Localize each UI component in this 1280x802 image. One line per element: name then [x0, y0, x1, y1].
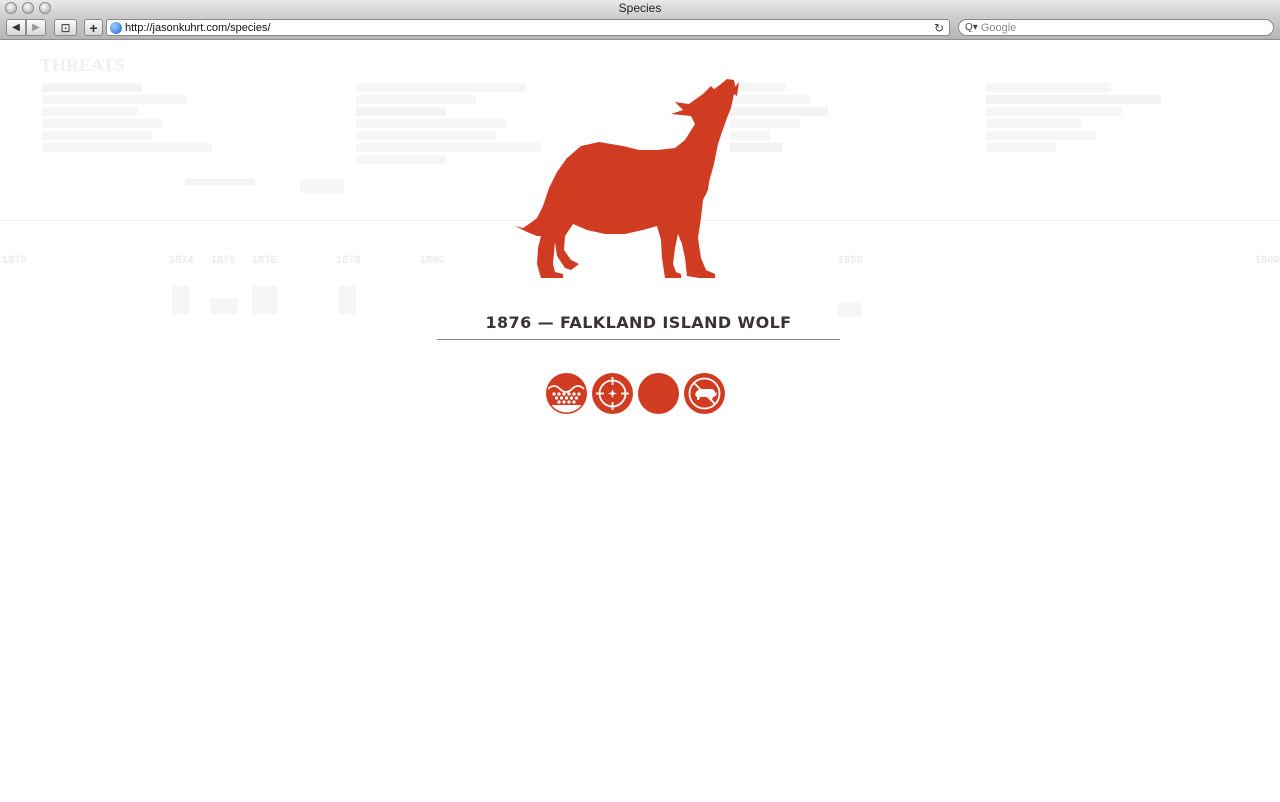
no-livestock-icon[interactable]: [684, 373, 725, 414]
forward-button[interactable]: ▶: [26, 19, 46, 36]
add-bookmark-button[interactable]: +: [84, 19, 103, 36]
globe-icon: [110, 21, 122, 34]
back-arrow-icon: ◀: [12, 22, 20, 33]
reader-button[interactable]: ⊡: [54, 19, 77, 36]
plus-icon: +: [89, 19, 98, 36]
search-input[interactable]: [980, 21, 1261, 34]
hunting-fur-icon[interactable]: [546, 373, 587, 414]
address-bar[interactable]: http://jasonkuhrt.com/species/ ↻: [106, 19, 950, 36]
threat-icons-row: [546, 373, 725, 415]
book-icon: ⊡: [60, 20, 71, 35]
search-icon[interactable]: Q▾: [965, 22, 978, 33]
forward-arrow-icon: ▶: [32, 22, 40, 33]
blank-threat-icon[interactable]: [638, 373, 679, 414]
window-titlebar: Species: [0, 0, 1280, 16]
window-title: Species: [618, 1, 662, 15]
wolf-silhouette-icon: [515, 79, 739, 278]
title-divider: [437, 339, 840, 340]
target-hunting-icon[interactable]: [592, 373, 633, 414]
search-box[interactable]: Q▾: [958, 19, 1274, 36]
url-text[interactable]: http://jasonkuhrt.com/species/: [125, 22, 932, 34]
species-detail-overlay: 1876 — FALKLAND ISLAND WOLF: [0, 41, 1280, 802]
reload-icon[interactable]: ↻: [932, 21, 946, 35]
browser-toolbar: ◀ ▶ ⊡ + http://jasonkuhrt.com/species/ ↻…: [0, 16, 1280, 40]
back-button[interactable]: ◀: [6, 19, 26, 36]
species-title: 1876 — FALKLAND ISLAND WOLF: [485, 313, 792, 332]
